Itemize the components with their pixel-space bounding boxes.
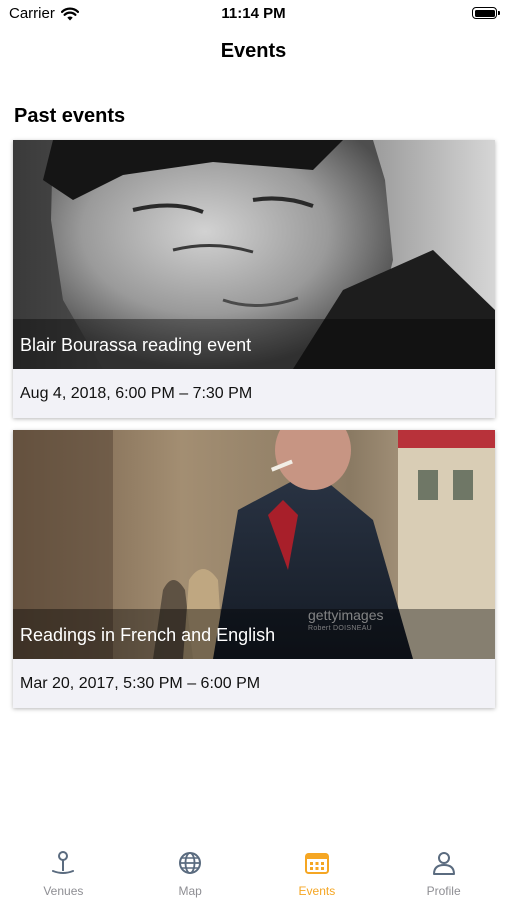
tab-map[interactable]: Map bbox=[127, 838, 254, 900]
battery-level bbox=[474, 9, 495, 17]
tab-label: Profile bbox=[426, 884, 461, 898]
tab-label: Map bbox=[178, 884, 202, 898]
event-date: Aug 4, 2018, 6:00 PM – 7:30 PM bbox=[20, 385, 253, 402]
person-icon bbox=[432, 852, 455, 875]
event-title: Blair Bourassa reading event bbox=[20, 335, 252, 355]
page-title: Events bbox=[220, 40, 287, 62]
status-bar: Carrier 11:14 PM bbox=[0, 0, 507, 30]
tab-bar: Venues Map Events Profile bbox=[0, 838, 507, 900]
event-title: Readings in French and English bbox=[20, 625, 276, 645]
event-date: Mar 20, 2017, 5:30 PM – 6:00 PM bbox=[20, 675, 261, 692]
tab-profile[interactable]: Profile bbox=[380, 838, 507, 900]
event-card[interactable]: gettyimages Robert DOISNEAU Readings in … bbox=[13, 430, 495, 708]
tab-label: Venues bbox=[43, 884, 84, 898]
tab-label: Events bbox=[298, 884, 336, 898]
tab-events[interactable]: Events bbox=[254, 838, 381, 900]
event-card[interactable]: Blair Bourassa reading event Aug 4, 2018… bbox=[13, 140, 495, 418]
event-image: Blair Bourassa reading event bbox=[13, 140, 495, 369]
venue-pin-icon bbox=[52, 851, 75, 874]
calendar-icon bbox=[304, 853, 329, 874]
status-time: 11:14 PM bbox=[221, 5, 286, 22]
event-image: gettyimages Robert DOISNEAU Readings in … bbox=[13, 430, 495, 659]
tab-venues[interactable]: Venues bbox=[0, 838, 127, 900]
section-title-past-events: Past events bbox=[14, 105, 126, 127]
globe-icon bbox=[179, 852, 202, 874]
battery-icon bbox=[472, 7, 500, 19]
